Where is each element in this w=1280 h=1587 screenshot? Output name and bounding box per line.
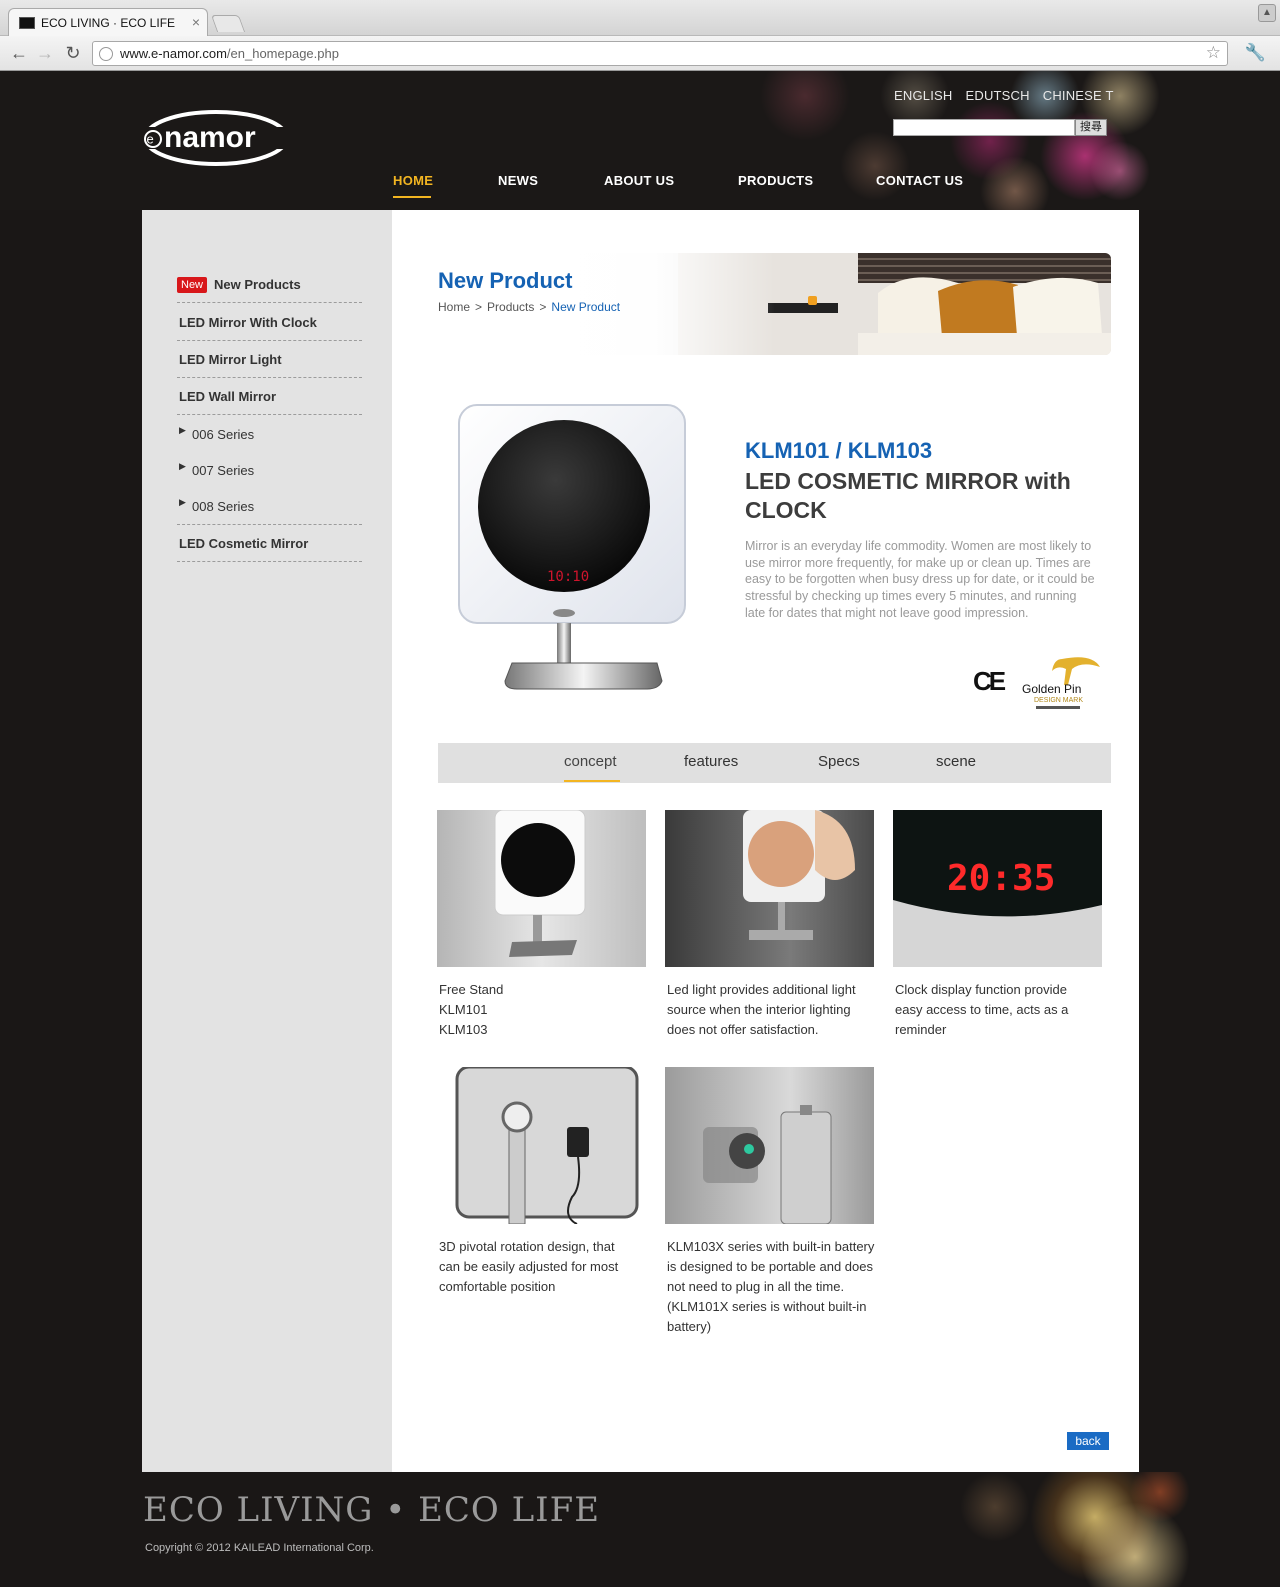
sidebar-item-led-mirror-with-clock[interactable]: LED Mirror With Clock (177, 304, 362, 341)
tab-features[interactable]: features (684, 753, 738, 770)
breadcrumb-separator: > (475, 300, 483, 314)
nav-home[interactable]: HOME (393, 173, 433, 188)
tab-concept[interactable]: concept (564, 753, 617, 770)
svg-text:e: e (147, 132, 154, 147)
mirror-clock-readout: 10:10 (547, 569, 589, 585)
sidebar-subitem-008-series[interactable]: ▶ 008 Series (177, 488, 362, 525)
svg-text:namor: namor (164, 121, 256, 154)
product-description: Mirror is an everyday life commodity. Wo… (745, 539, 1095, 620)
search-button[interactable]: 搜尋 (1075, 119, 1107, 136)
breadcrumb-separator: > (539, 300, 547, 314)
page-body: New New Products LED Mirror With Clock L… (142, 210, 1139, 1472)
golden-pin-logo: Golden Pin DESIGN MARK (1022, 657, 1100, 709)
window-menu-icon[interactable]: ▲ (1258, 4, 1276, 22)
sidebar-item-new-products[interactable]: New New Products (177, 266, 362, 303)
sidebar-item-label: LED Wall Mirror (179, 389, 277, 404)
product-tabs: concept features Specs scene (438, 743, 1111, 783)
site-footer: ECO LIVING • ECO LIFE Copyright © 2012 K… (0, 1472, 1280, 1587)
wrench-icon[interactable]: 🔧 (1245, 43, 1266, 63)
design-mark-text: DESIGN MARK (1034, 697, 1083, 704)
footer-slogan: ECO LIVING • ECO LIFE (143, 1490, 601, 1530)
sidebar-item-label: 006 Series (192, 427, 255, 442)
sidebar-item-led-wall-mirror[interactable]: LED Wall Mirror (177, 378, 362, 415)
breadcrumb-products[interactable]: Products (487, 300, 534, 314)
sidebar-subitem-007-series[interactable]: ▶ 007 Series (177, 452, 362, 488)
gallery-caption-clock-display: Clock display function provide easy acce… (895, 982, 1069, 1037)
gallery-caption-free-stand: Free Stand KLM101 KLM103 (439, 982, 504, 1037)
product-title: LED COSMETIC MIRROR with CLOCK (745, 468, 1071, 523)
gallery-image-battery[interactable] (665, 1067, 874, 1224)
enamor-logo[interactable]: e namor (142, 109, 290, 167)
nav-news[interactable]: NEWS (498, 173, 538, 188)
page-title: New Product (438, 268, 573, 293)
lang-chinese[interactable]: CHINESE T (1043, 88, 1114, 103)
tab-active-indicator (564, 780, 620, 782)
nav-about-us[interactable]: ABOUT US (604, 173, 674, 188)
forward-arrow-icon[interactable]: → (34, 42, 56, 64)
breadcrumb-current[interactable]: New Product (551, 300, 620, 314)
nav-contact-us[interactable]: CONTACT US (876, 173, 963, 188)
sidebar-item-label: LED Mirror Light (179, 352, 282, 367)
gallery-image-clock-display[interactable]: 20:35 (893, 810, 1102, 967)
reload-icon[interactable]: ↻ (62, 42, 84, 64)
sidebar-item-led-cosmetic-mirror[interactable]: LED Cosmetic Mirror (177, 525, 362, 562)
sidebar: New New Products LED Mirror With Clock L… (142, 210, 392, 1472)
nav-active-indicator (393, 196, 431, 198)
bookmark-star-icon[interactable]: ☆ (1206, 43, 1221, 63)
footer-copyright: Copyright © 2012 KAILEAD International C… (145, 1542, 374, 1554)
new-badge: New (177, 277, 208, 293)
sidebar-item-label: LED Cosmetic Mirror (179, 536, 309, 551)
url-text: www.e-namor.com/en_homepage.php (120, 46, 339, 61)
clock-readout: 20:35 (947, 858, 1055, 899)
product-mirror-image: 10:10 (458, 404, 686, 690)
gallery-image-free-stand[interactable] (437, 810, 646, 967)
ce-mark-logo: CE (973, 666, 1006, 696)
gallery-image-led-light[interactable] (665, 810, 874, 967)
globe-icon (99, 47, 113, 61)
sidebar-item-label: New Products (214, 277, 301, 292)
site-header: e namor ENGLISH EDUTSCH CHINESE T 搜尋 HOME … (0, 71, 1280, 210)
sidebar-item-label: LED Mirror With Clock (179, 315, 317, 330)
language-switcher: ENGLISH EDUTSCH CHINESE T (894, 88, 1127, 103)
triangle-right-icon: ▶ (179, 461, 186, 471)
gallery-caption-led-light: Led light provides additional light sour… (667, 982, 856, 1037)
breadcrumb: Home > Products > New Product (438, 300, 620, 314)
triangle-right-icon: ▶ (179, 425, 186, 435)
sidebar-item-label: 008 Series (192, 499, 255, 514)
breadcrumb-home[interactable]: Home (438, 300, 470, 314)
tab-scene[interactable]: scene (936, 753, 976, 770)
sidebar-item-led-mirror-light[interactable]: LED Mirror Light (177, 341, 362, 378)
back-arrow-icon[interactable]: ← (8, 42, 30, 64)
browser-toolbar: ← → ↻ www.e-namor.com/en_homepage.php ☆ … (0, 36, 1280, 71)
browser-tab-strip: ECO LIVING · ECO LIFE × ▲ (0, 0, 1280, 36)
sidebar-subitem-006-series[interactable]: ▶ 006 Series (177, 416, 362, 452)
triangle-right-icon: ▶ (179, 497, 186, 507)
golden-pin-text: Golden Pin (1022, 682, 1081, 696)
product-model: KLM101 / KLM103 (745, 438, 933, 463)
gallery-caption-battery: KLM103X series with built-in battery is … (667, 1239, 875, 1334)
gallery-caption-pivot: 3D pivotal rotation design, that can be … (439, 1239, 619, 1294)
browser-tab[interactable]: ECO LIVING · ECO LIFE × (8, 8, 208, 36)
nav-products[interactable]: PRODUCTS (738, 173, 813, 188)
new-tab-button[interactable] (210, 15, 246, 32)
favicon-icon (19, 17, 35, 29)
tab-specs[interactable]: Specs (818, 753, 860, 770)
section-banner: New Product Home > Products > New Product (438, 253, 1111, 355)
address-bar[interactable]: www.e-namor.com/en_homepage.php ☆ (92, 41, 1228, 66)
search-input[interactable] (893, 119, 1075, 136)
sidebar-item-label: 007 Series (192, 463, 255, 478)
back-button[interactable]: back (1067, 1432, 1109, 1450)
gallery-image-pivot[interactable] (437, 1067, 646, 1224)
lang-deutsch[interactable]: EDUTSCH (965, 88, 1029, 103)
close-icon[interactable]: × (192, 14, 200, 30)
tab-title: ECO LIVING · ECO LIFE (41, 16, 176, 30)
lang-english[interactable]: ENGLISH (894, 88, 952, 103)
